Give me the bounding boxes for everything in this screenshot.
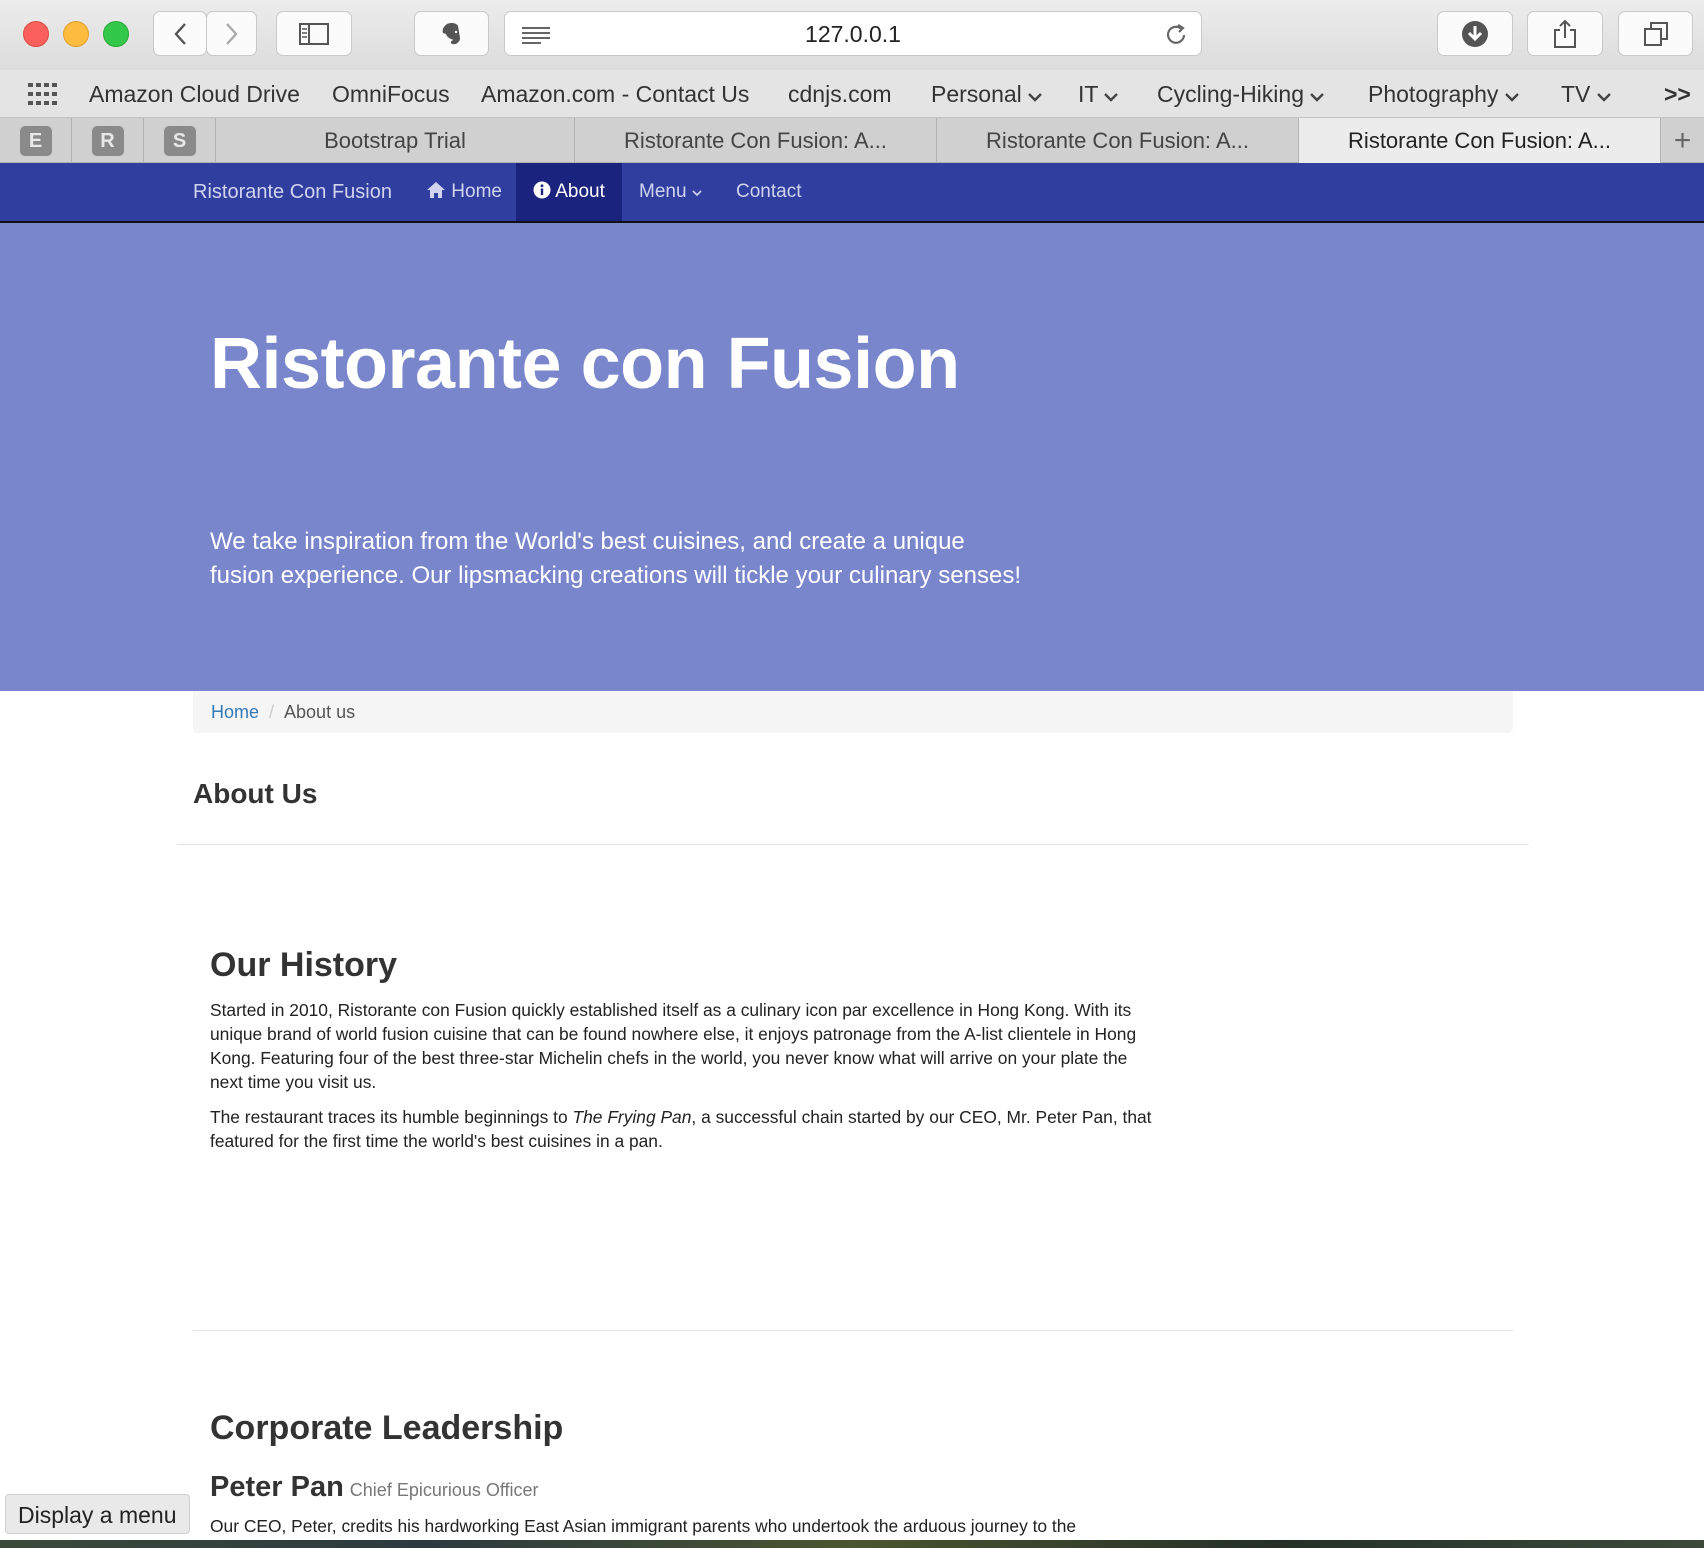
chevron-down-icon	[1310, 93, 1325, 102]
status-tooltip: Display a menu	[5, 1494, 190, 1534]
bookmark-folder-photography[interactable]: Photography	[1368, 70, 1519, 118]
share-button[interactable]	[1527, 11, 1603, 56]
address-bar[interactable]: 127.0.0.1	[504, 11, 1202, 56]
bookmark-folder-label: Cycling-Hiking	[1157, 81, 1304, 107]
bookmark-folder-label: IT	[1078, 81, 1099, 107]
apps-grid-icon[interactable]	[28, 83, 58, 105]
nav-home-label: Home	[451, 181, 502, 202]
chevron-right-icon	[225, 22, 238, 45]
pinned-tab-r[interactable]: R	[72, 118, 144, 163]
jumbotron-text: We take inspiration from the World's bes…	[210, 528, 1022, 589]
tab-overview-button[interactable]	[1618, 11, 1693, 56]
history-paragraph-2: The restaurant traces its humble beginni…	[210, 1105, 1160, 1153]
home-icon	[427, 182, 445, 198]
bookmark-cdnjs[interactable]: cdnjs.com	[788, 70, 892, 118]
jumbotron: Ristorante con Fusion We take inspiratio…	[0, 223, 1704, 691]
forward-button[interactable]	[206, 11, 257, 56]
bookmark-folder-cycling-hiking[interactable]: Cycling-Hiking	[1157, 70, 1325, 118]
desktop-background-strip	[0, 1540, 1704, 1548]
nav-about[interactable]: About	[516, 163, 622, 221]
caret-down-icon	[692, 190, 702, 197]
nav-menu-label: Menu	[639, 181, 687, 202]
download-icon	[1462, 20, 1488, 47]
chevron-down-icon	[1504, 93, 1519, 102]
info-circle-icon	[533, 181, 551, 199]
chevron-left-icon	[174, 22, 186, 45]
tabs-icon	[1643, 21, 1668, 46]
leader-title: Chief Epicurious Officer	[349, 1480, 539, 1500]
leader-bio: Our CEO, Peter, credits his hardworking …	[210, 1516, 1077, 1536]
tab-ristorante-2[interactable]: Ristorante Con Fusion: A...	[937, 118, 1299, 163]
bookmark-folder-label: Personal	[931, 81, 1022, 107]
history-heading: Our History	[210, 946, 398, 984]
breadcrumb-current: About us	[284, 702, 356, 722]
chevron-down-icon	[1104, 93, 1119, 102]
leader-heading: Peter Pan Chief Epicurious Officer	[210, 1471, 539, 1504]
zoom-window-button[interactable]	[103, 21, 129, 47]
share-icon	[1554, 19, 1576, 48]
url-text[interactable]: 127.0.0.1	[505, 12, 1201, 57]
nav-menu-dropdown[interactable]: Menu	[639, 163, 702, 221]
tab-ristorante-1[interactable]: Ristorante Con Fusion: A...	[575, 118, 937, 163]
browser-toolbar: 127.0.0.1	[0, 0, 1704, 70]
bookmark-amazon-cloud-drive[interactable]: Amazon Cloud Drive	[89, 70, 300, 118]
pinned-tab-letter: E	[19, 125, 52, 156]
nav-about-label: About	[555, 181, 605, 202]
divider	[177, 844, 1529, 845]
nav-home[interactable]: Home	[426, 163, 502, 221]
bookmark-folder-label: TV	[1561, 81, 1591, 107]
page-title: About Us	[193, 778, 318, 809]
nav-contact[interactable]: Contact	[736, 163, 801, 221]
bookmark-folder-label: Photography	[1368, 81, 1499, 107]
bookmark-omnifocus[interactable]: OmniFocus	[332, 70, 450, 118]
sidebar-button[interactable]	[276, 11, 352, 56]
jumbotron-title: Ristorante con Fusion	[210, 324, 960, 404]
evernote-extension-button[interactable]	[414, 11, 489, 56]
pinned-tab-letter: S	[163, 125, 196, 156]
downloads-button[interactable]	[1437, 11, 1513, 56]
tab-ristorante-active[interactable]: Ristorante Con Fusion: A...	[1299, 118, 1661, 163]
browser-chrome: 127.0.0.1 Amazon Cloud Drive OmniFocus A…	[0, 0, 1704, 163]
evernote-icon	[442, 22, 460, 44]
chevron-down-icon	[1596, 93, 1611, 102]
close-window-button[interactable]	[23, 21, 49, 47]
site-navbar: Ristorante Con Fusion Home About Menu Co…	[0, 163, 1704, 223]
leadership-heading: Corporate Leadership	[210, 1409, 564, 1447]
back-button[interactable]	[153, 11, 207, 56]
breadcrumb: Home / About us	[193, 691, 1513, 733]
divider	[193, 1330, 1513, 1331]
pinned-tab-e[interactable]: E	[0, 118, 72, 163]
leader-name: Peter Pan	[210, 1471, 344, 1503]
pinned-tab-s[interactable]: S	[144, 118, 216, 163]
chevron-down-icon	[1028, 93, 1043, 102]
breadcrumb-separator: /	[269, 702, 275, 722]
history-italic-text: The Frying Pan	[572, 1107, 692, 1127]
bookmarks-bar: Amazon Cloud Drive OmniFocus Amazon.com …	[0, 70, 1704, 118]
bookmark-amazon-contact[interactable]: Amazon.com - Contact Us	[481, 70, 749, 118]
tab-bar: E R S Bootstrap Trial Ristorante Con Fus…	[0, 118, 1704, 163]
reload-icon[interactable]	[1163, 22, 1189, 48]
tab-bootstrap-trial[interactable]: Bootstrap Trial	[216, 118, 575, 163]
history-text: The restaurant traces its humble beginni…	[210, 1107, 573, 1127]
pinned-tab-letter: R	[91, 125, 124, 156]
bookmark-folder-personal[interactable]: Personal	[931, 70, 1043, 118]
bookmarks-overflow-button[interactable]: >>	[1664, 70, 1691, 118]
navbar-brand[interactable]: Ristorante Con Fusion	[193, 163, 392, 221]
breadcrumb-home-link[interactable]: Home	[211, 702, 259, 722]
bookmark-folder-tv[interactable]: TV	[1561, 70, 1611, 118]
new-tab-button[interactable]: +	[1661, 118, 1704, 163]
bookmark-folder-it[interactable]: IT	[1078, 70, 1119, 118]
sidebar-icon	[299, 22, 329, 45]
history-paragraph-1: Started in 2010, Ristorante con Fusion q…	[210, 1000, 1137, 1092]
minimize-window-button[interactable]	[63, 21, 89, 47]
